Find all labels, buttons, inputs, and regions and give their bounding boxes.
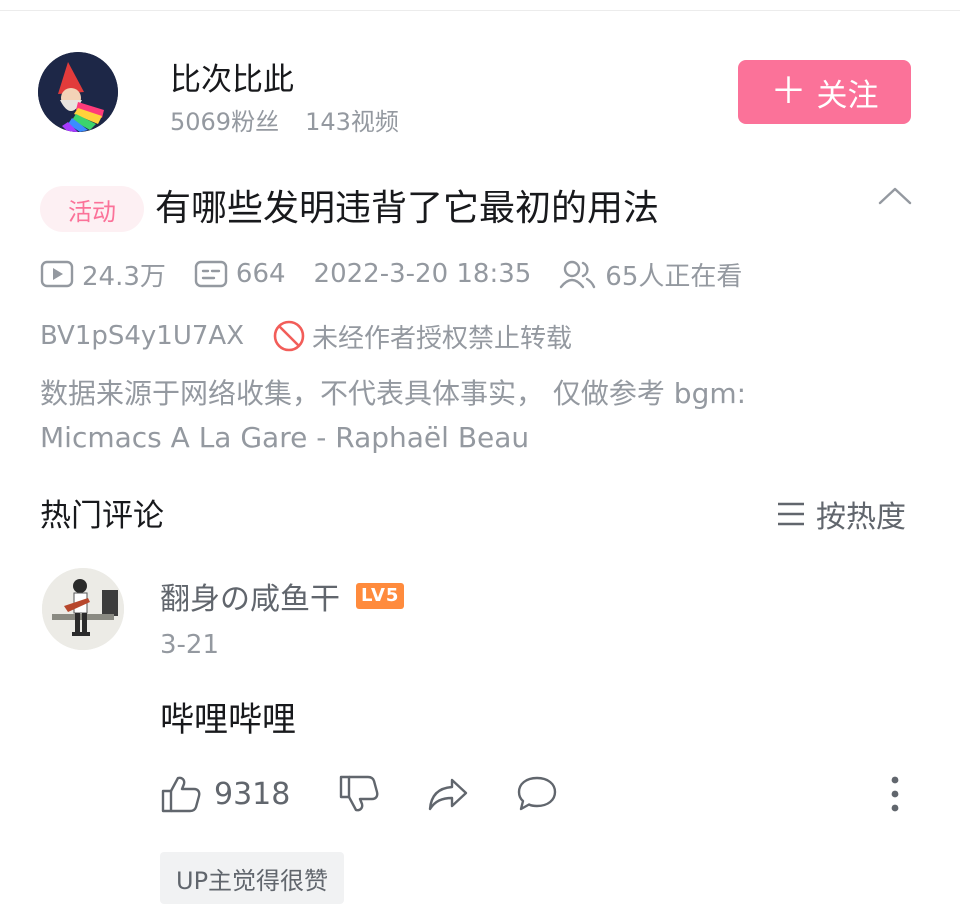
comment-date: 3-21 — [160, 630, 220, 660]
commenter-avatar[interactable] — [42, 568, 124, 650]
chevron-up-icon[interactable] — [878, 186, 912, 206]
danmaku-stat: 664 — [194, 259, 286, 289]
reply-button[interactable] — [516, 775, 558, 813]
uploader-name[interactable]: 比次比此 — [170, 54, 294, 99]
activity-tag[interactable]: 活动 — [40, 186, 144, 232]
uploader-avatar[interactable] — [38, 52, 118, 132]
uploader-stats: 5069粉丝 143视频 — [170, 102, 399, 137]
commenter-avatar-image — [42, 568, 124, 650]
thumbs-down-icon — [340, 775, 379, 812]
danmaku-icon — [194, 260, 228, 288]
share-button[interactable] — [426, 776, 470, 812]
uploader-fans: 5069粉丝 — [170, 108, 280, 136]
video-meta: 24.3万 664 2022-3-20 18:35 65人正在看 — [40, 254, 770, 294]
more-vertical-icon[interactable] — [883, 774, 907, 814]
comment-author: 翻身の咸鱼干 LV5 — [160, 574, 405, 618]
bvid-row: BV1pS4y1U7AX 未经作者授权禁止转载 — [40, 316, 572, 356]
comment-text: 哔哩哔哩 — [160, 700, 296, 740]
follow-button[interactable]: ＋ 关注 — [738, 60, 911, 124]
prohibited-icon — [273, 320, 305, 352]
uploader-videos: 143视频 — [305, 108, 399, 136]
comments-section-title: 热门评论 — [40, 498, 164, 534]
top-divider — [0, 10, 960, 11]
dislike-button[interactable] — [338, 774, 380, 814]
sort-label: 按热度 — [816, 500, 906, 535]
up-liked-badge: UP主觉得很赞 — [160, 852, 345, 904]
copyright-text: 未经作者授权禁止转载 — [312, 323, 573, 354]
comment-actions: 9318 — [160, 770, 558, 818]
danmaku-count: 664 — [235, 259, 286, 289]
watching-stat: 65人正在看 — [559, 256, 742, 293]
people-icon — [560, 260, 596, 289]
views-stat: 24.3万 — [40, 256, 166, 293]
publish-datetime: 2022-3-20 18:35 — [313, 259, 532, 289]
thumbs-up-icon — [161, 776, 201, 813]
level-badge: LV5 — [356, 583, 405, 609]
share-arrow-icon — [429, 778, 468, 811]
menu-lines-icon — [778, 502, 804, 526]
views-count: 24.3万 — [82, 261, 166, 292]
like-count: 9318 — [214, 776, 291, 812]
play-count-icon — [40, 260, 74, 288]
description-line-2: Micmacs A La Gare - Raphaël Beau — [40, 421, 530, 454]
follow-label: 关注 — [816, 77, 879, 114]
sort-button[interactable]: 按热度 — [776, 492, 906, 536]
bvid[interactable]: BV1pS4y1U7AX — [40, 321, 244, 351]
plus-icon: ＋ — [770, 71, 807, 112]
like-button[interactable]: 9318 — [160, 774, 290, 814]
description-line-1: 数据来源于网络收集，不代表具体事实， 仅做参考 bgm: — [40, 377, 747, 410]
comment-bubble-icon — [518, 776, 557, 811]
video-description: 数据来源于网络收集，不代表具体事实， 仅做参考 bgm: Micmacs A L… — [40, 372, 920, 460]
comment-username[interactable]: 翻身の咸鱼干 — [160, 574, 340, 618]
copyright-notice: 未经作者授权禁止转载 — [272, 318, 572, 355]
gnome-avatar-image — [38, 52, 118, 132]
video-title: 有哪些发明违背了它最初的用法 — [155, 188, 660, 229]
watching-count: 65人正在看 — [605, 261, 743, 292]
